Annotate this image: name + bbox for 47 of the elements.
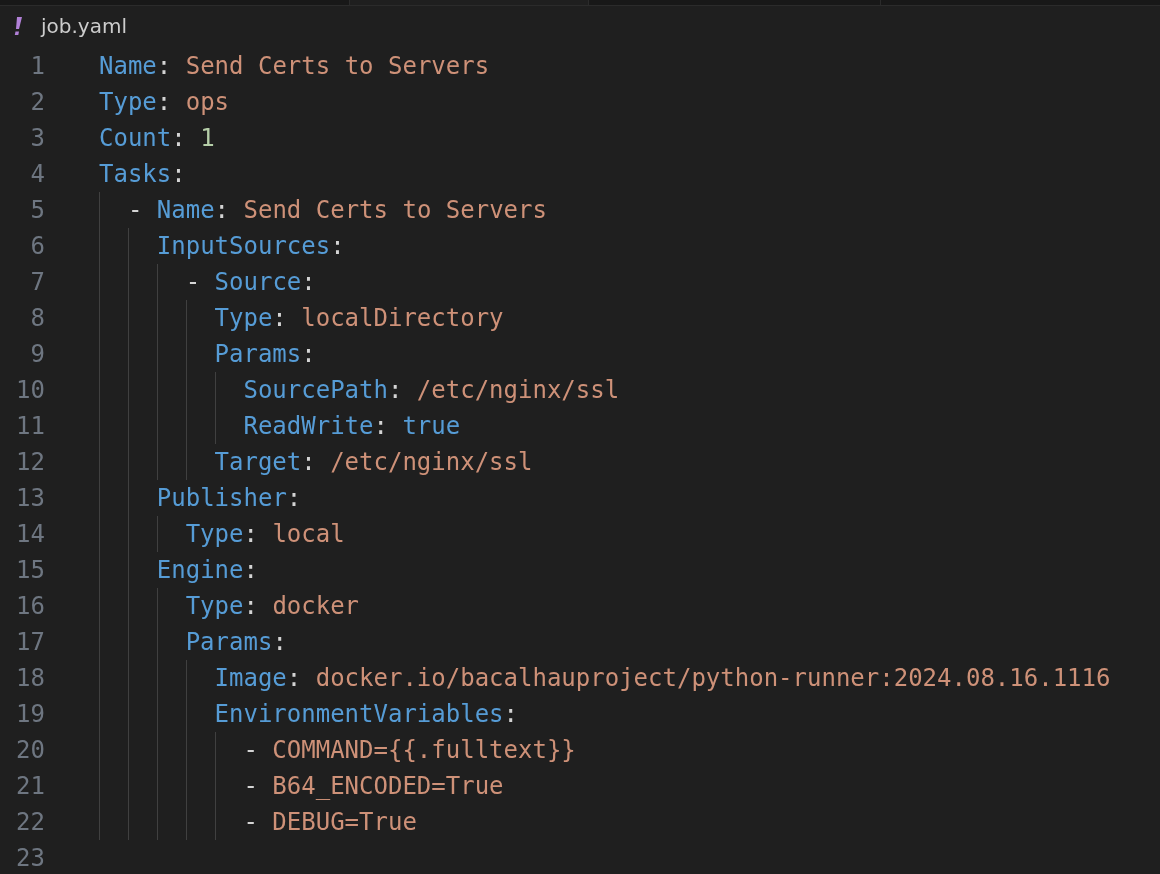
line-number: 23 — [15, 843, 45, 874]
code-line: Image: docker.io/bacalhauproject/python-runner:2024.08.16.1116 — [214, 663, 1111, 694]
code-line: Type: docker — [185, 591, 360, 622]
line-number: 5 — [29, 195, 45, 226]
line-number: 11 — [15, 411, 45, 442]
line-number: 18 — [15, 663, 45, 694]
code-line: - DEBUG=True — [243, 807, 417, 838]
line-number: 22 — [15, 807, 45, 838]
code-line: Count: 1 — [99, 123, 215, 154]
line-number: 15 — [15, 555, 45, 586]
line-number: 7 — [29, 267, 45, 298]
line-number: 20 — [15, 735, 45, 766]
line-number: 6 — [29, 231, 45, 262]
code-line: SourcePath: /etc/nginx/ssl — [243, 375, 620, 406]
line-number: 12 — [15, 447, 45, 478]
exclamation-icon — [13, 16, 23, 36]
code-line: - COMMAND={{.fulltext}} — [243, 735, 576, 766]
code-line: Type: ops — [99, 87, 230, 118]
code-line: Engine: — [156, 555, 258, 586]
file-name[interactable]: job.yaml — [41, 14, 127, 38]
code-line: - Name: Send Certs to Servers — [127, 195, 547, 226]
code-line: Tasks: — [99, 159, 186, 190]
code-line: InputSources: — [156, 231, 345, 262]
line-number: 8 — [29, 303, 45, 334]
code-line: ReadWrite: true — [243, 411, 461, 442]
code-line: EnvironmentVariables: — [214, 699, 518, 730]
line-number: 13 — [15, 483, 45, 514]
line-number: 3 — [29, 123, 45, 154]
code-line: Publisher: — [156, 483, 302, 514]
code-line: Target: /etc/nginx/ssl — [214, 447, 533, 478]
line-number: 1 — [29, 51, 45, 82]
line-number: 14 — [15, 519, 45, 550]
line-number: 4 — [29, 159, 45, 190]
line-number: 16 — [15, 591, 45, 622]
line-number: 21 — [15, 771, 45, 802]
code-line: Name: Send Certs to Servers — [99, 51, 490, 82]
line-number: 17 — [15, 627, 45, 658]
line-number: 10 — [15, 375, 45, 406]
code-line: Type: localDirectory — [214, 303, 504, 334]
line-number: 9 — [29, 339, 45, 370]
code-line: - B64_ENCODED=True — [243, 771, 504, 802]
code-line: Params: — [214, 339, 316, 370]
code-line: - Source: — [185, 267, 316, 298]
code-line: Params: — [185, 627, 287, 658]
line-number: 2 — [29, 87, 45, 118]
line-number: 19 — [15, 699, 45, 730]
code-line: Type: local — [185, 519, 345, 550]
